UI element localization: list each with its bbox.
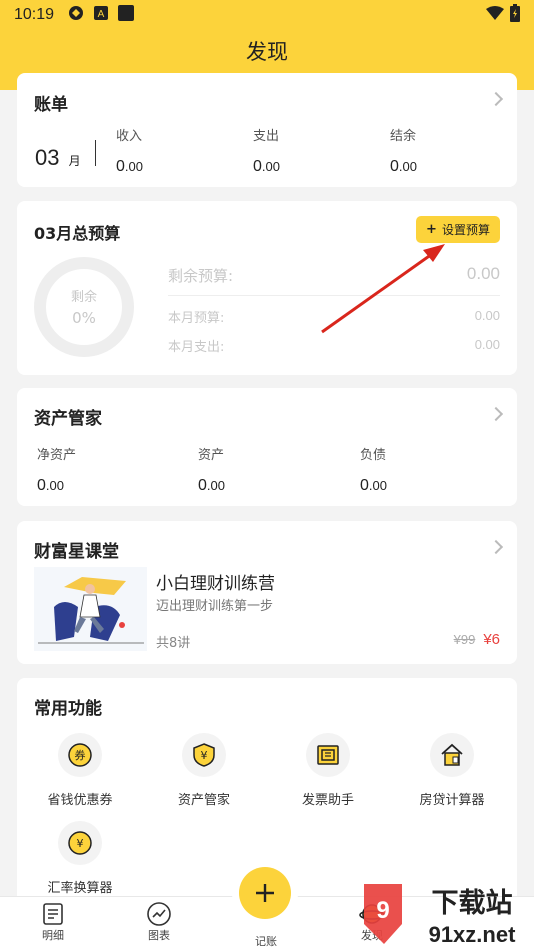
tab-label: 记账 xyxy=(255,935,277,948)
watermark-top: 下载站 xyxy=(432,888,513,919)
trend-chart-icon xyxy=(129,901,189,927)
tab-record[interactable]: 记账 xyxy=(236,933,296,949)
list-doc-icon xyxy=(23,901,83,927)
watermark-bottom: 91xz.net xyxy=(429,922,516,947)
tab-detail[interactable]: 明细 xyxy=(23,901,83,943)
tab-chart[interactable]: 图表 xyxy=(129,901,189,943)
site-watermark: 9 下载站 91xz.net xyxy=(360,878,534,950)
annotation-arrow xyxy=(321,244,445,334)
svg-text:9: 9 xyxy=(376,897,389,924)
tab-label: 明细 xyxy=(42,929,64,942)
plus-icon xyxy=(239,867,291,919)
record-fab[interactable] xyxy=(232,860,298,926)
tab-label: 图表 xyxy=(148,929,170,942)
